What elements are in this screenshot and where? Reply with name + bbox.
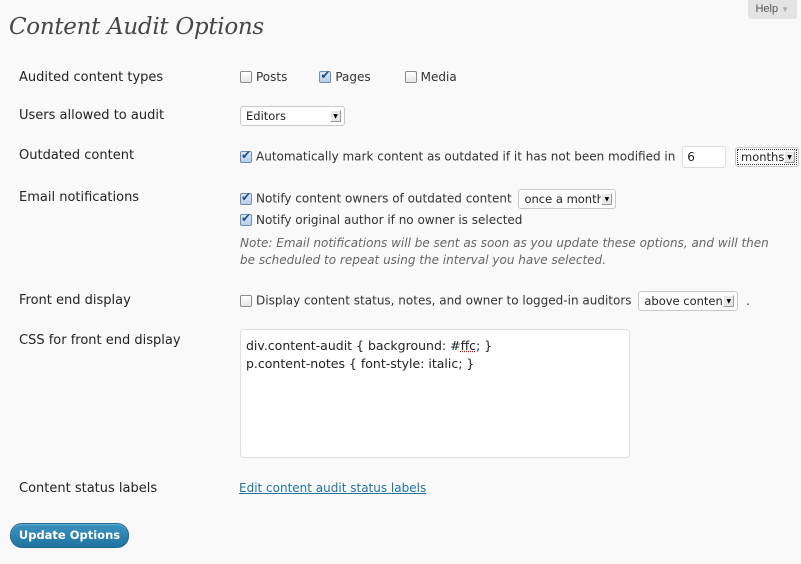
css-line-1-suffix: ; } [476, 338, 493, 353]
outdated-amount-input[interactable]: 6 [682, 146, 727, 168]
label-users: Users allowed to audit [19, 108, 165, 123]
email-owners-field: Notify content owners of outdated conten… [240, 189, 617, 209]
help-tab[interactable]: Help ▼ [748, 0, 797, 19]
dropdown-arrow-icon: ▼ [330, 110, 341, 122]
front-end-field: Display content status, notes, and owner… [240, 291, 750, 311]
dropdown-arrow-icon: ▼ [784, 151, 796, 163]
email-author-field: Notify original author if no owner is se… [240, 211, 523, 227]
checkbox-front-end[interactable] [240, 294, 252, 307]
front-end-suffix: . [746, 293, 750, 308]
notify-owners-label: Notify content owners of outdated conten… [256, 191, 512, 206]
frequency-value: once a month [524, 192, 604, 206]
content-types-group: Posts Pages Media [240, 68, 489, 84]
spellcheck-flag: ffc [460, 338, 477, 353]
dropdown-arrow-icon: ▼ [723, 295, 735, 307]
users-select[interactable]: Editors ▼ [240, 106, 345, 126]
option-pages[interactable]: Pages [319, 68, 371, 84]
users-field: Editors ▼ [240, 106, 345, 126]
checkbox-posts[interactable] [240, 71, 252, 83]
front-end-position-value: above content [644, 294, 728, 308]
label-css: CSS for front end display [19, 333, 181, 348]
css-line-1-prefix: div.content-audit { background: # [246, 338, 461, 353]
frequency-select[interactable]: once a month ▼ [518, 189, 617, 209]
users-select-value: Editors [246, 109, 287, 123]
label-content-types: Audited content types [19, 70, 164, 85]
notify-author-label: Notify original author if no owner is se… [256, 213, 523, 227]
label-email: Email notifications [19, 190, 140, 205]
page-title: Content Audit Options [9, 14, 264, 40]
posts-label: Posts [256, 70, 288, 84]
label-front-end: Front end display [19, 293, 131, 308]
outdated-unit-select[interactable]: months ▼ [735, 147, 800, 167]
update-options-button[interactable]: Update Options [10, 523, 129, 548]
media-label: Media [420, 70, 457, 84]
edit-status-labels-link[interactable]: Edit content audit status labels [239, 481, 426, 495]
outdated-field: Automatically mark content as outdated i… [240, 146, 800, 168]
option-media[interactable]: Media [404, 70, 457, 84]
help-label: Help [755, 3, 779, 15]
dropdown-arrow-icon: ▼ [601, 193, 613, 205]
css-textarea[interactable]: div.content-audit { background: #ffc; } … [240, 329, 630, 458]
option-posts[interactable]: Posts [240, 70, 287, 84]
checkbox-pages[interactable] [319, 68, 332, 83]
checkbox-media[interactable] [404, 71, 417, 83]
label-status-labels: Content status labels [19, 481, 158, 496]
checkbox-outdated[interactable] [240, 148, 252, 163]
outdated-checkbox-label: Automatically mark content as outdated i… [256, 149, 676, 164]
css-line-2: p.content-notes { font-style: italic; } [246, 356, 475, 371]
front-end-checkbox-label: Display content status, notes, and owner… [256, 293, 632, 308]
chevron-down-icon: ▼ [781, 5, 789, 14]
outdated-unit-value: months [741, 150, 785, 164]
label-outdated: Outdated content [19, 148, 135, 163]
checkbox-notify-owners[interactable] [240, 190, 252, 205]
pages-label: Pages [335, 70, 371, 84]
checkbox-notify-author[interactable] [240, 211, 252, 226]
front-end-position-select[interactable]: above content ▼ [638, 291, 739, 311]
email-note: Note: Email notifications will be sent a… [240, 236, 769, 267]
